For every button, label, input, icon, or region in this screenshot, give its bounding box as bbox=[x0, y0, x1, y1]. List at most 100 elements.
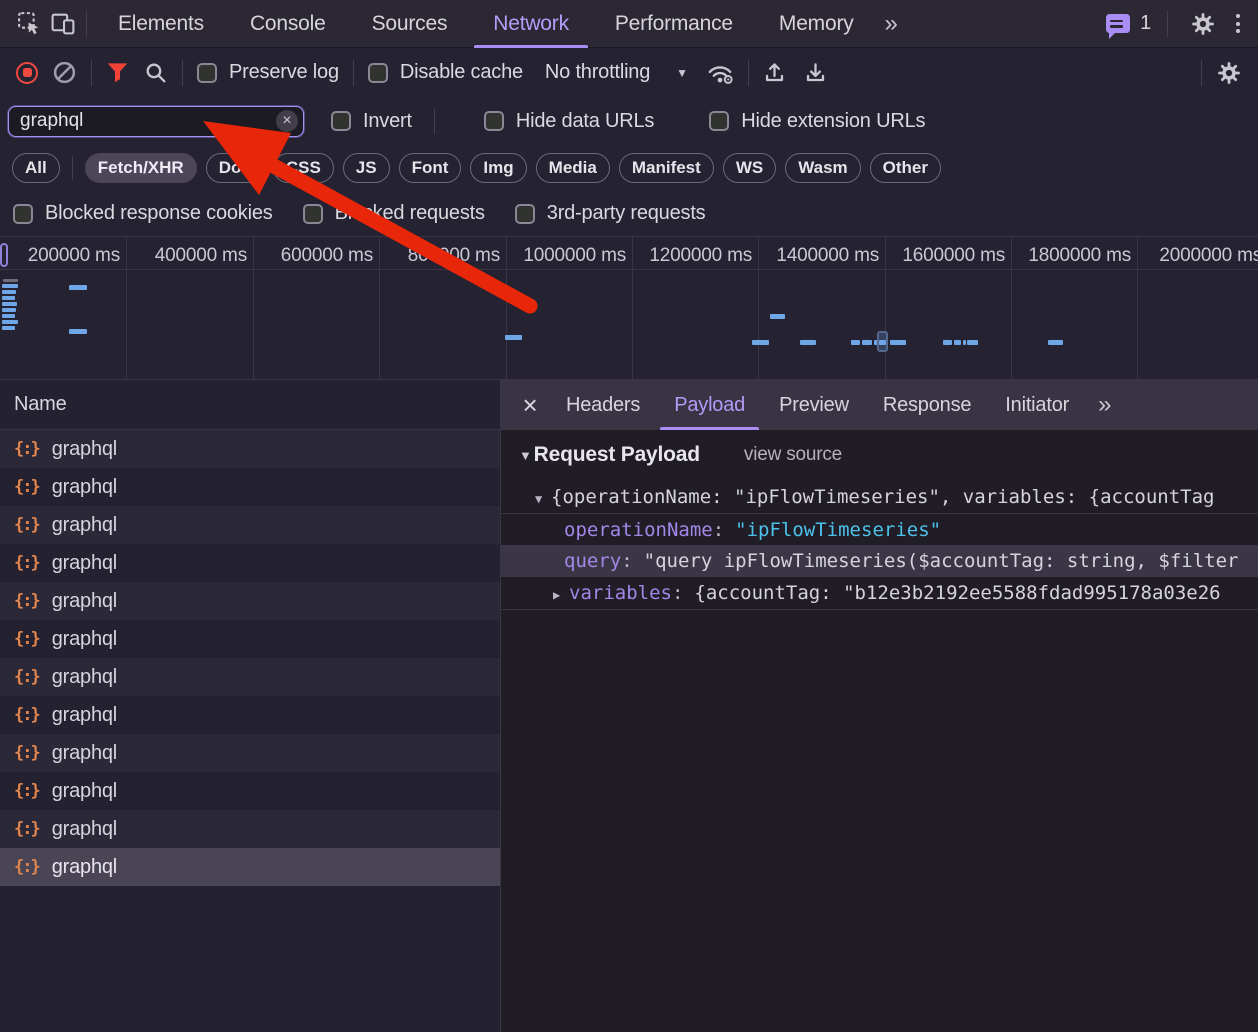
request-payload-section[interactable]: ▼ Request Payload view source bbox=[519, 443, 1258, 467]
request-row[interactable]: {:} graphql bbox=[0, 696, 500, 734]
issues-icon[interactable] bbox=[1106, 14, 1131, 39]
invert-checkbox[interactable] bbox=[331, 111, 351, 131]
request-row[interactable]: {:} graphql bbox=[0, 506, 500, 544]
divider bbox=[433, 108, 435, 134]
timeline-tick: 1400000 ms bbox=[776, 245, 879, 266]
tab-initiator[interactable]: Initiator bbox=[988, 380, 1086, 430]
device-toolbar-icon[interactable] bbox=[46, 7, 80, 41]
network-overview-timeline[interactable]: 200000 ms 400000 ms 600000 ms 800000 ms … bbox=[0, 236, 1258, 380]
kebab-menu-icon[interactable] bbox=[1230, 14, 1246, 33]
payload-query-row[interactable]: query: "query ipFlowTimeseries($accountTa… bbox=[501, 545, 1258, 577]
inspect-element-icon[interactable] bbox=[12, 7, 46, 41]
tab-performance[interactable]: Performance bbox=[592, 0, 756, 48]
type-chip-img[interactable]: Img bbox=[470, 153, 527, 183]
hide-extension-urls-checkbox[interactable] bbox=[709, 111, 730, 131]
tab-preview[interactable]: Preview bbox=[762, 380, 866, 430]
request-name: graphql bbox=[51, 475, 118, 498]
type-chip-media[interactable]: Media bbox=[535, 153, 610, 183]
disable-cache-checkbox[interactable] bbox=[367, 62, 388, 83]
filter-input[interactable] bbox=[8, 105, 304, 137]
request-row[interactable]: {:} graphql bbox=[0, 582, 500, 620]
resource-type-filter-row: All Fetch/XHR Doc CSS JS Font Img Media … bbox=[0, 145, 1258, 191]
request-row[interactable]: {:} graphql bbox=[0, 468, 500, 506]
request-row[interactable]: {:} graphql bbox=[0, 430, 500, 468]
export-har-icon[interactable] bbox=[804, 61, 827, 84]
disable-cache-label: Disable cache bbox=[399, 61, 523, 83]
waterfall-bar bbox=[2, 308, 16, 312]
divider bbox=[747, 59, 749, 86]
type-chip-css[interactable]: CSS bbox=[272, 153, 334, 183]
tab-headers[interactable]: Headers bbox=[549, 380, 657, 430]
request-row[interactable]: {:} graphql bbox=[0, 620, 500, 658]
payload-variables-row[interactable]: ▶ variables: {accountTag: "b12e3b2192ee558… bbox=[501, 577, 1258, 609]
type-chip-font[interactable]: Font bbox=[398, 153, 462, 183]
type-chip-fetch-xhr[interactable]: Fetch/XHR bbox=[84, 153, 197, 183]
waterfall-bar bbox=[800, 340, 816, 345]
request-row[interactable]: {:} graphql bbox=[0, 544, 500, 582]
type-chip-ws[interactable]: WS bbox=[722, 153, 777, 183]
request-name: graphql bbox=[51, 703, 118, 726]
timeline-tick: 1000000 ms bbox=[523, 245, 626, 266]
tab-console[interactable]: Console bbox=[227, 0, 349, 48]
fetch-xhr-icon: {:} bbox=[14, 743, 41, 763]
tab-response[interactable]: Response bbox=[866, 380, 988, 430]
divider bbox=[182, 59, 183, 86]
request-name: graphql bbox=[51, 513, 118, 536]
close-details-icon[interactable]: × bbox=[511, 380, 549, 430]
record-network-log-icon[interactable] bbox=[16, 61, 38, 84]
more-details-tabs-icon[interactable]: » bbox=[1086, 391, 1123, 419]
type-chip-wasm[interactable]: Wasm bbox=[785, 153, 861, 183]
import-har-icon[interactable] bbox=[763, 61, 786, 84]
divider bbox=[352, 59, 354, 86]
network-settings-gear-icon[interactable] bbox=[1216, 60, 1242, 86]
settings-gear-icon[interactable] bbox=[1186, 7, 1220, 41]
tab-memory[interactable]: Memory bbox=[756, 0, 877, 48]
network-conditions-icon[interactable] bbox=[706, 61, 734, 85]
preserve-log-checkbox[interactable] bbox=[197, 62, 217, 83]
tab-elements[interactable]: Elements bbox=[95, 0, 227, 48]
filter-funnel-icon[interactable] bbox=[106, 62, 129, 83]
search-icon[interactable] bbox=[143, 60, 168, 85]
timeline-tick: 1600000 ms bbox=[902, 245, 1005, 266]
payload-operation-row[interactable]: operationName: "ipFlowTimeseries" bbox=[501, 513, 1258, 545]
tab-sources[interactable]: Sources bbox=[349, 0, 471, 48]
request-name: graphql bbox=[51, 779, 118, 802]
type-chip-js[interactable]: JS bbox=[342, 153, 390, 183]
devtools-main-tab-bar: Elements Console Sources Network Perform… bbox=[0, 0, 1258, 48]
request-row[interactable]: {:} graphql bbox=[0, 734, 500, 772]
type-chip-doc[interactable]: Doc bbox=[205, 153, 264, 183]
third-party-requests-checkbox[interactable] bbox=[514, 203, 535, 224]
type-chip-other[interactable]: Other bbox=[869, 153, 941, 183]
view-source-link[interactable]: view source bbox=[744, 444, 842, 466]
request-row[interactable]: {:} graphql bbox=[0, 810, 500, 848]
request-list-pane: Name {:} graphql {:} graphql {:} graphql {:… bbox=[0, 380, 501, 1032]
waterfall-bar bbox=[954, 340, 961, 345]
request-row[interactable]: {:} graphql bbox=[0, 658, 500, 696]
blocked-requests-checkbox[interactable] bbox=[302, 203, 323, 224]
payload-value: "query ipFlowTimeseries($accountTag: str… bbox=[643, 550, 1239, 572]
clear-filter-icon[interactable]: × bbox=[276, 110, 298, 132]
blocked-response-cookies-checkbox[interactable] bbox=[13, 203, 33, 224]
network-toolbar: Preserve log Disable cache No throttling… bbox=[0, 48, 1258, 97]
fetch-xhr-icon: {:} bbox=[14, 553, 41, 573]
throttling-dropdown[interactable]: No throttling ▼ bbox=[545, 61, 688, 84]
timeline-scroll-handle[interactable] bbox=[0, 243, 8, 267]
payload-key: variables bbox=[569, 582, 672, 604]
request-row[interactable]: {:} graphql bbox=[0, 772, 500, 810]
tab-network[interactable]: Network bbox=[470, 0, 592, 48]
hide-data-urls-checkbox[interactable] bbox=[483, 111, 504, 131]
type-chip-manifest[interactable]: Manifest bbox=[618, 153, 714, 183]
more-tabs-icon[interactable]: » bbox=[877, 10, 906, 38]
timeline-tick: 2000000 ms bbox=[1159, 245, 1258, 266]
waterfall-bar bbox=[770, 314, 785, 319]
expand-icon[interactable]: ▼ bbox=[535, 483, 551, 513]
payload-summary-row[interactable]: ▼ {operationName: "ipFlowTimeseries", var… bbox=[501, 481, 1258, 513]
request-row-selected[interactable]: {:} graphql bbox=[0, 848, 500, 886]
name-column-header[interactable]: Name bbox=[0, 380, 500, 430]
tab-payload[interactable]: Payload bbox=[657, 380, 762, 430]
payload-summary: {operationName: "ipFlowTimeseries", vari… bbox=[551, 486, 1215, 508]
clear-network-log-icon[interactable] bbox=[52, 60, 77, 85]
waterfall-bar bbox=[2, 302, 17, 306]
collapse-icon[interactable]: ▶ bbox=[553, 579, 569, 609]
type-chip-all[interactable]: All bbox=[12, 153, 60, 183]
